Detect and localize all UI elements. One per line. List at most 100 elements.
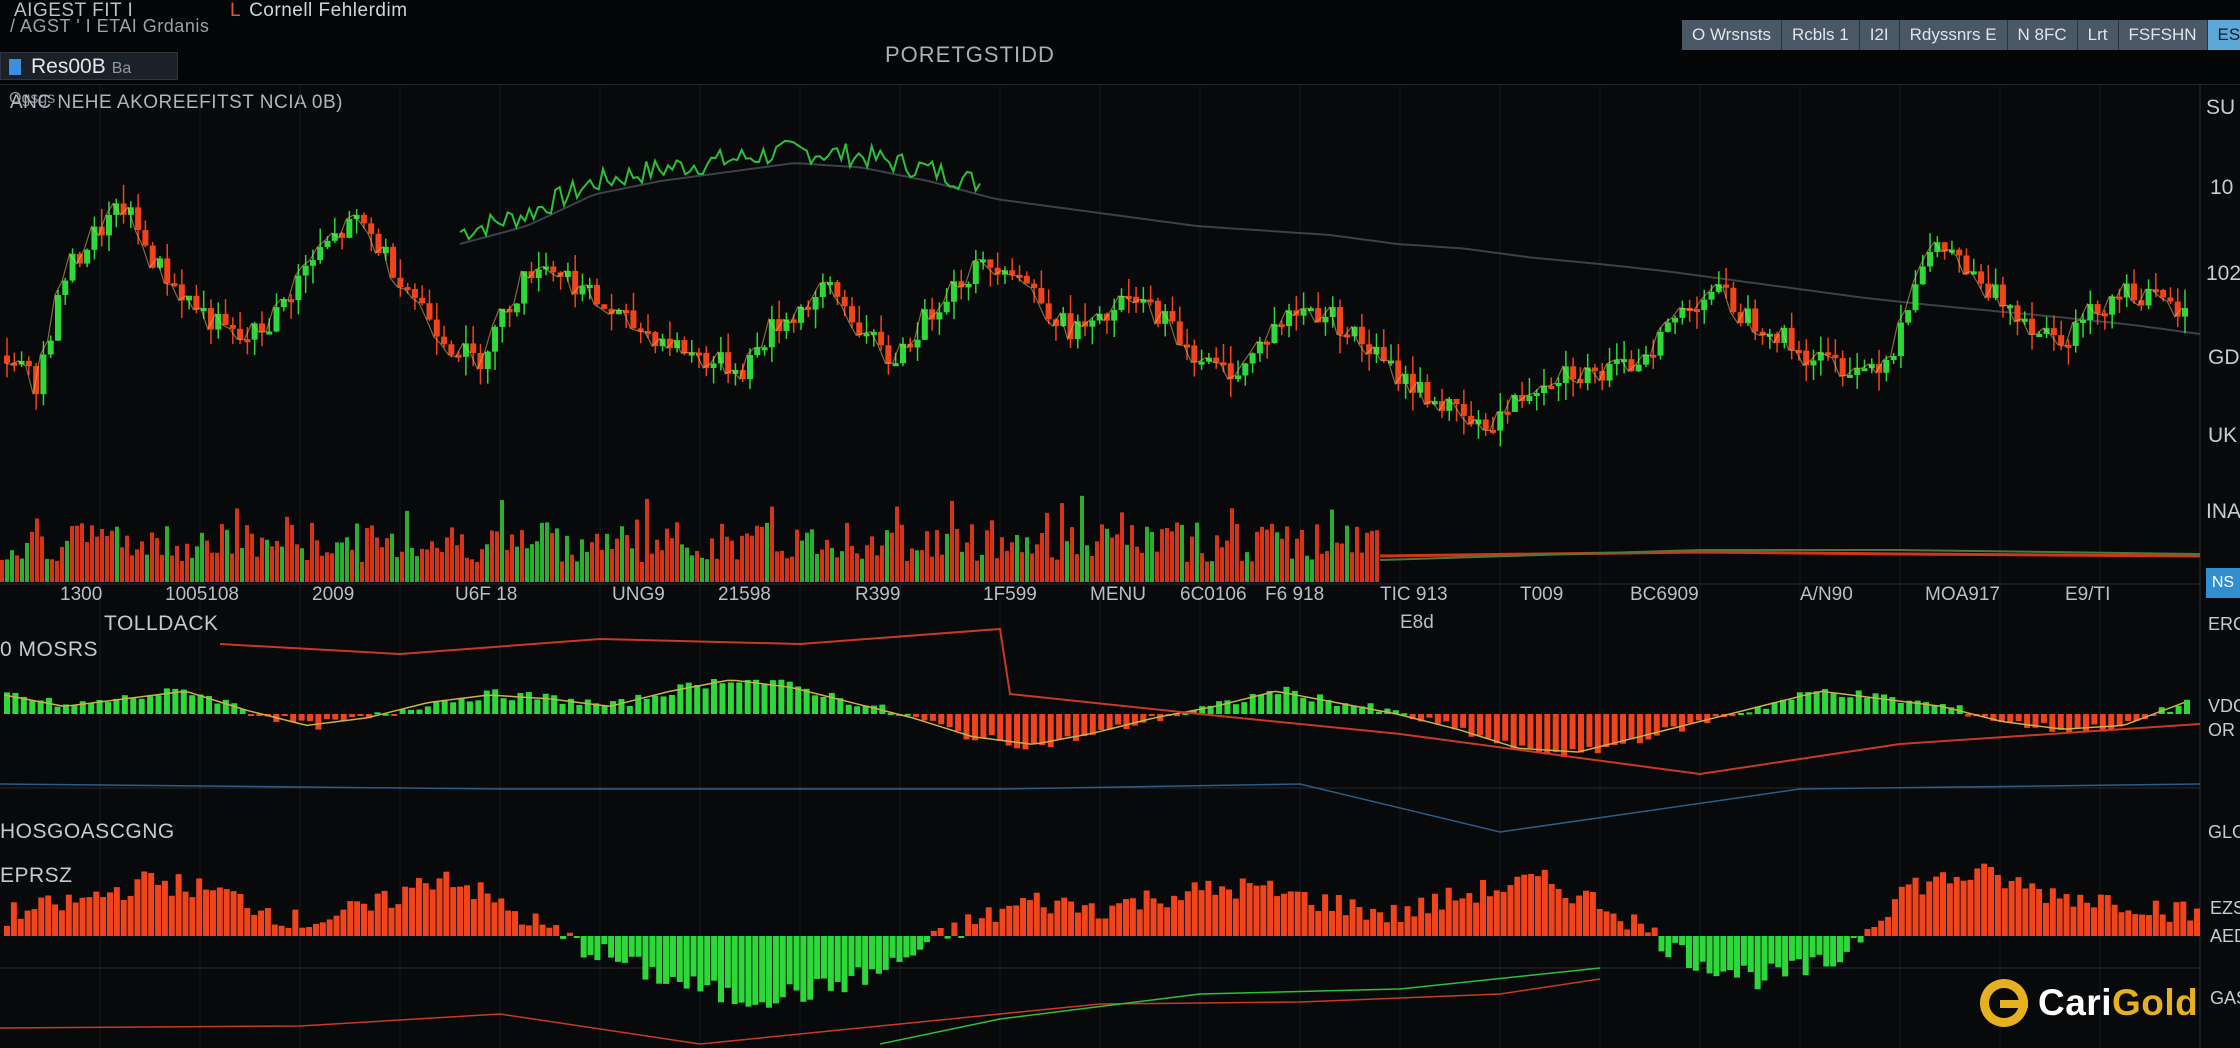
oscillator-bar (551, 695, 558, 714)
histogram-bar (978, 918, 985, 936)
histogram-bar (1335, 895, 1342, 936)
symbol-selector[interactable]: Res00B Ba Ogsgs (0, 52, 178, 107)
candle-body (1606, 363, 1613, 381)
candle-body (2065, 344, 2072, 348)
histogram-bar (2145, 915, 2152, 936)
x-tick-label: 1F599 (983, 584, 1037, 605)
candle-body (1271, 324, 1278, 344)
volume-bar (695, 550, 699, 582)
volume-bar (1275, 532, 1279, 582)
toolbar-button[interactable]: I2I (1859, 20, 1900, 50)
volume-bar (1300, 529, 1304, 582)
volume-bar (1245, 552, 1249, 582)
histogram-bar (1699, 936, 1706, 962)
oscillator-bar (1788, 699, 1795, 714)
subtitle-text: Cornell Fehlerdim (249, 0, 408, 21)
candle-body (1213, 357, 1220, 363)
toolbar-button[interactable]: Lrt (2077, 20, 2119, 50)
candle-body (863, 333, 870, 337)
histogram-bar (1562, 897, 1569, 936)
histogram-bar (1294, 891, 1301, 936)
candle-body (492, 326, 499, 352)
histogram-bar (518, 924, 525, 936)
candle-body (1613, 360, 1620, 364)
histogram-bar (745, 936, 752, 1007)
volume-bar (180, 560, 184, 582)
histogram-bar (1507, 885, 1514, 936)
oscillator-bar (668, 695, 675, 714)
histogram-bar (1582, 890, 1589, 936)
x-tick-label: MOA917 (1925, 584, 2000, 605)
candle-body (630, 310, 637, 329)
volume-bar (455, 545, 459, 582)
volume-bar (580, 539, 584, 582)
histogram-bar (827, 936, 834, 991)
volume-bar (585, 551, 589, 582)
volume-bar (1170, 531, 1174, 582)
histogram-bar (903, 936, 910, 958)
volume-bar (650, 553, 654, 582)
volume-bar (175, 545, 179, 582)
histogram-bar (374, 893, 381, 936)
candle-body (1883, 360, 1890, 373)
histogram-bar (875, 936, 882, 974)
histogram-bar (1445, 887, 1452, 936)
histogram-bar (786, 936, 793, 985)
toolbar-button[interactable]: O Wrsnsts (1682, 20, 1783, 50)
histogram-bar (663, 936, 670, 984)
histogram-bar (1727, 936, 1734, 971)
volume-bar (1310, 559, 1314, 582)
candle-body (1497, 411, 1504, 431)
volume-bar (730, 540, 734, 582)
histogram-bar (2187, 920, 2194, 936)
candle-body (251, 323, 258, 340)
volume-bar (1315, 524, 1319, 582)
volume-bar (100, 528, 104, 582)
histogram-bar (738, 936, 745, 1003)
candle-body (652, 332, 659, 347)
histogram-bar (1754, 936, 1761, 990)
candle-body (710, 363, 717, 368)
histogram-bar (436, 878, 443, 936)
histogram-bar (65, 894, 72, 936)
oscillator-bar (1064, 714, 1071, 737)
histogram-bar (1184, 891, 1191, 936)
volume-bar (1360, 552, 1364, 582)
volume-bar (365, 528, 369, 582)
volume-bar (665, 528, 669, 582)
histogram-bar (690, 936, 697, 977)
volume-bar (735, 559, 739, 582)
histogram-bar (1720, 936, 1727, 972)
histogram-bar (72, 902, 79, 936)
chart-area[interactable] (0, 84, 2240, 1048)
volume-bar (1005, 550, 1009, 582)
histogram-bar (848, 936, 855, 976)
oscillator-bar (542, 693, 549, 714)
histogram-bar (752, 936, 759, 1005)
brand-logo: CariGold (1980, 978, 2198, 1028)
histogram-bar (1823, 936, 1830, 967)
volume-bar (305, 559, 309, 582)
histogram-bar (1061, 897, 1068, 936)
candle-body (1526, 395, 1533, 402)
candle-body (317, 247, 324, 261)
histogram-bar (958, 936, 965, 938)
histogram-bar (1809, 936, 1816, 958)
oscillator-bar (349, 714, 356, 718)
volume-bar (525, 548, 529, 582)
histogram-bar (2152, 900, 2159, 936)
histogram-bar (656, 936, 663, 984)
histogram-bar (1624, 929, 1631, 936)
toolbar-accent-button[interactable]: ESAC58 (2207, 20, 2240, 50)
toolbar-button[interactable]: Rcbls 1 (1782, 20, 1860, 50)
toolbar-button[interactable]: FSFSHN (2118, 20, 2208, 50)
toolbar-button[interactable]: Rdyssnrs E (1899, 20, 2008, 50)
toolbar-button[interactable]: N 8FC (2007, 20, 2078, 50)
histogram-bar (45, 895, 52, 936)
histogram-bar (793, 936, 800, 991)
volume-bar (5, 559, 9, 582)
histogram-bar (58, 910, 65, 936)
oscillator-bar (54, 706, 61, 714)
pane2-right-label: OR (2208, 720, 2235, 740)
histogram-bar (443, 871, 450, 936)
